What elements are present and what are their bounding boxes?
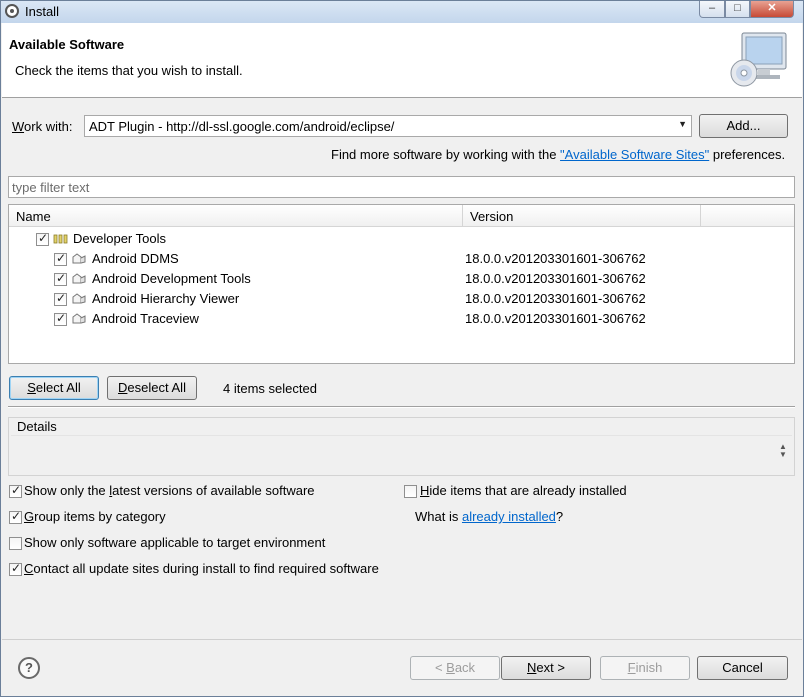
column-name[interactable]: Name bbox=[9, 205, 463, 227]
plugin-icon bbox=[72, 273, 86, 284]
maximize-icon[interactable]: □ bbox=[725, 1, 750, 18]
selection-status: 4 items selected bbox=[223, 381, 317, 396]
separator bbox=[8, 406, 795, 408]
install-window: Install – □ ✕ Available Software Check t… bbox=[0, 0, 804, 697]
finish-button[interactable]: Finish bbox=[600, 656, 690, 680]
column-filler bbox=[701, 205, 794, 227]
find-more-text: Find more software by working with the "… bbox=[331, 147, 786, 162]
back-button[interactable]: < Back bbox=[410, 656, 500, 680]
select-all-button[interactable]: Select All bbox=[9, 376, 99, 400]
item-name: Android DDMS bbox=[92, 251, 179, 266]
hide-installed-label: Hide items that are already installed bbox=[420, 483, 627, 498]
details-text[interactable] bbox=[11, 435, 792, 474]
category-label: Developer Tools bbox=[73, 231, 166, 246]
item-version: 18.0.0.v201203301601-306762 bbox=[465, 251, 646, 266]
column-version[interactable]: Version bbox=[463, 205, 701, 227]
item-checkbox[interactable] bbox=[54, 311, 67, 326]
what-is-installed-text: What is already installed? bbox=[415, 509, 564, 524]
applicable-only-label: Show only software applicable to target … bbox=[24, 535, 326, 550]
details-scroll-icon[interactable]: ▲ ▼ bbox=[779, 443, 787, 459]
category-icon bbox=[53, 234, 68, 244]
plugin-icon bbox=[72, 253, 86, 264]
category-checkbox[interactable] bbox=[36, 231, 49, 246]
plugin-icon bbox=[72, 313, 86, 324]
deselect-all-button[interactable]: Deselect All bbox=[107, 376, 197, 400]
item-checkbox[interactable] bbox=[54, 271, 67, 286]
page-title: Available Software bbox=[9, 37, 125, 52]
latest-versions-label: Show only the latest versions of availab… bbox=[24, 483, 315, 498]
item-name: Android Hierarchy Viewer bbox=[92, 291, 240, 306]
dropdown-arrow-icon[interactable]: ▼ bbox=[678, 119, 687, 129]
eclipse-icon bbox=[5, 4, 19, 18]
item-name: Android Development Tools bbox=[92, 271, 251, 286]
wizard-header: Available Software Check the items that … bbox=[2, 23, 802, 98]
work-with-value: ADT Plugin - http://dl-ssl.google.com/an… bbox=[89, 119, 395, 134]
close-icon[interactable]: ✕ bbox=[750, 1, 794, 18]
item-checkbox[interactable] bbox=[54, 251, 67, 266]
applicable-only-checkbox[interactable] bbox=[9, 537, 22, 550]
group-by-category-checkbox[interactable] bbox=[9, 509, 22, 524]
available-sites-link[interactable]: "Available Software Sites" bbox=[560, 147, 709, 162]
minimize-icon[interactable]: – bbox=[699, 1, 725, 18]
plugin-icon bbox=[72, 293, 86, 304]
contact-sites-label: Contact all update sites during install … bbox=[24, 561, 379, 576]
item-version: 18.0.0.v201203301601-306762 bbox=[465, 271, 646, 286]
footer-separator bbox=[2, 639, 802, 640]
item-checkbox[interactable] bbox=[54, 291, 67, 306]
help-icon[interactable]: ? bbox=[18, 657, 40, 679]
page-description: Check the items that you wish to install… bbox=[15, 63, 243, 78]
install-banner-icon bbox=[730, 32, 787, 87]
details-group: Details bbox=[8, 417, 795, 476]
window-title: Install bbox=[25, 4, 59, 19]
latest-versions-checkbox[interactable] bbox=[9, 483, 22, 498]
title-bar[interactable]: Install – □ ✕ bbox=[1, 1, 803, 23]
hide-installed-checkbox[interactable] bbox=[404, 485, 417, 498]
cancel-button[interactable]: Cancel bbox=[697, 656, 788, 680]
group-by-category-label: Group items by category bbox=[24, 509, 166, 524]
item-version: 18.0.0.v201203301601-306762 bbox=[465, 291, 646, 306]
filter-placeholder: type filter text bbox=[12, 180, 90, 195]
filter-input[interactable]: type filter text bbox=[8, 176, 795, 198]
work-with-label: Work with: bbox=[12, 119, 73, 134]
software-tree: Name Version Developer Tools Android DDM… bbox=[8, 204, 795, 364]
details-label: Details bbox=[17, 419, 57, 434]
item-name: Android Traceview bbox=[92, 311, 199, 326]
add-site-button[interactable]: Add... bbox=[699, 114, 788, 138]
next-button[interactable]: Next > bbox=[501, 656, 591, 680]
contact-sites-checkbox[interactable] bbox=[9, 561, 22, 576]
work-with-combo[interactable]: ADT Plugin - http://dl-ssl.google.com/an… bbox=[84, 115, 692, 137]
item-version: 18.0.0.v201203301601-306762 bbox=[465, 311, 646, 326]
already-installed-link[interactable]: already installed bbox=[462, 509, 556, 524]
